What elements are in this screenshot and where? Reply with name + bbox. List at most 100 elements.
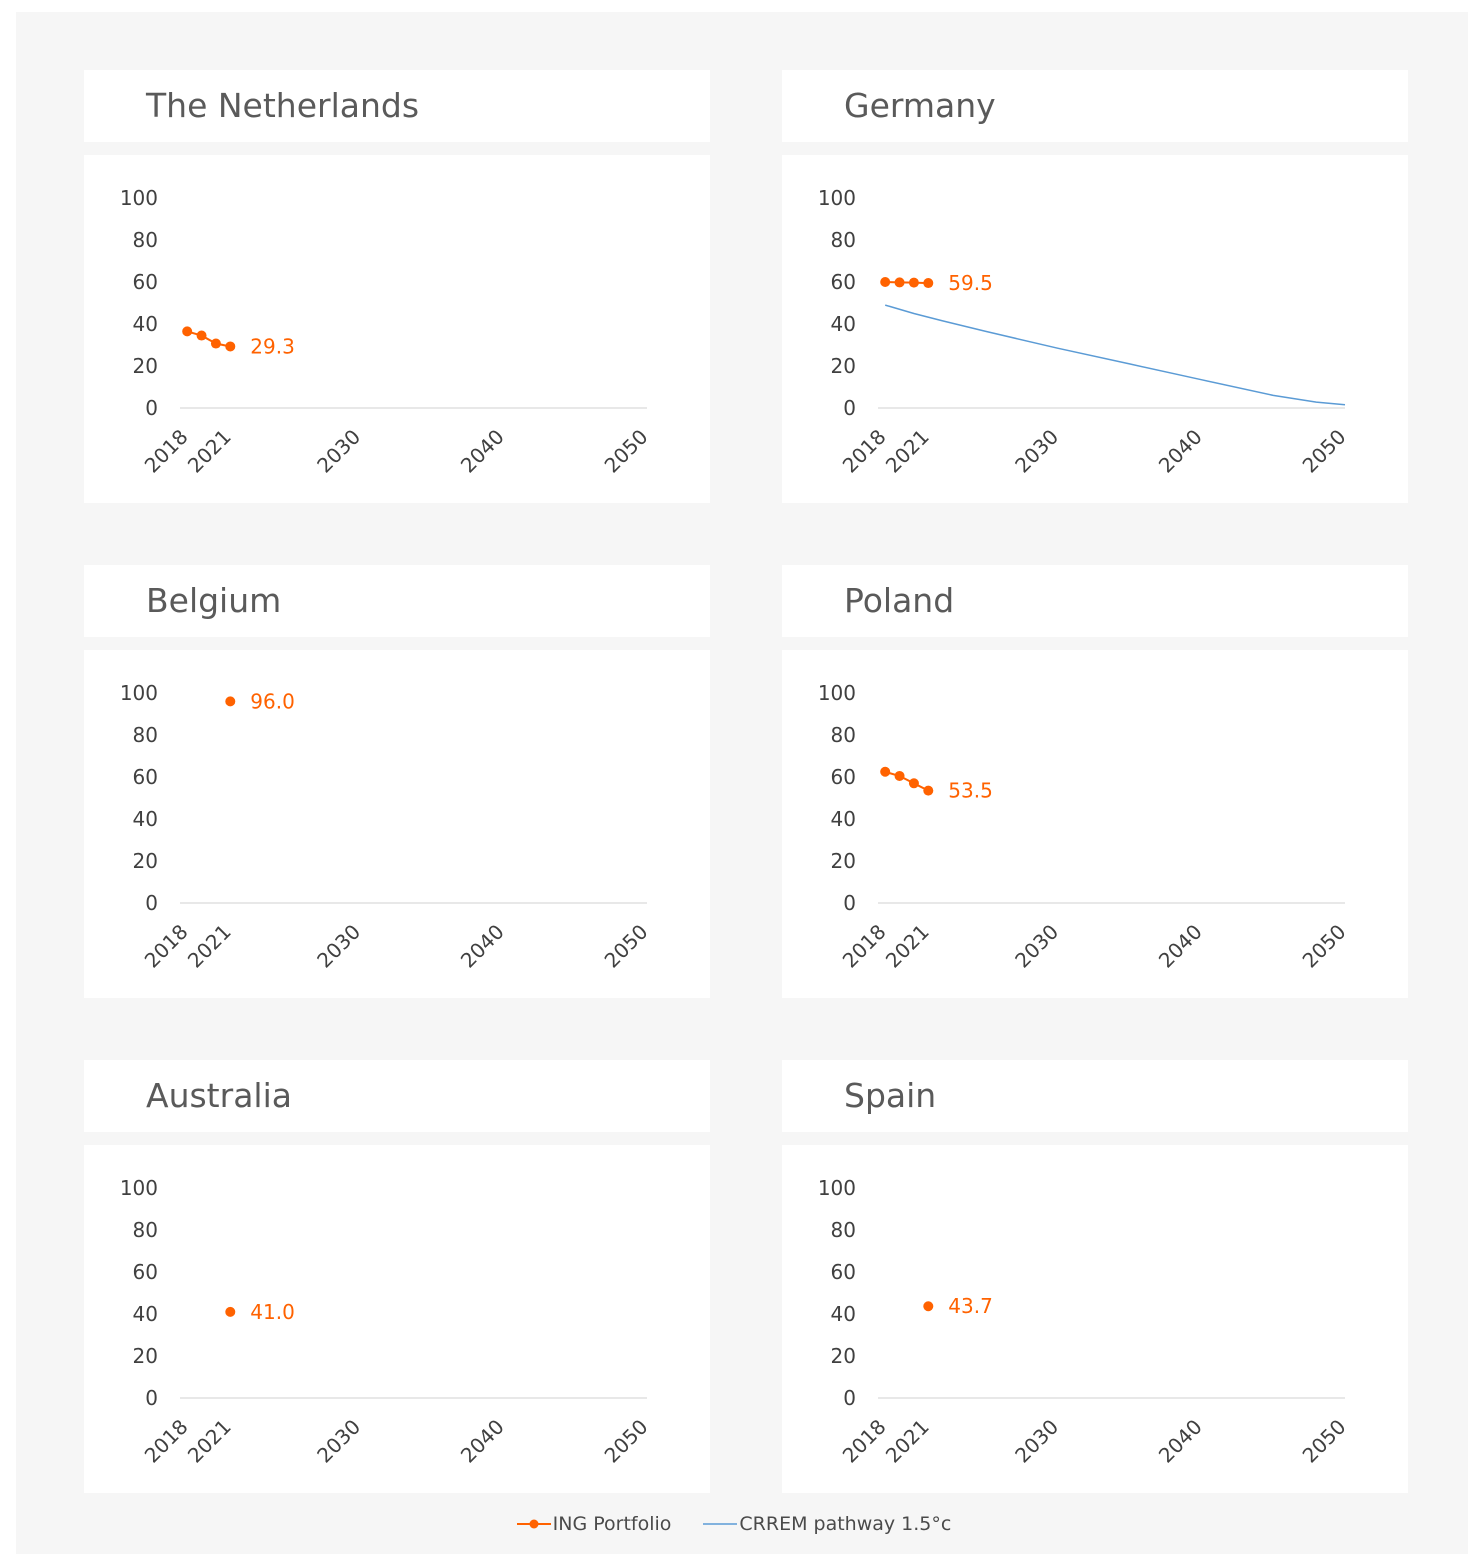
chart-svg-netherlands: 02040608010020182021 2030 2040 205029.3 [120,186,653,478]
y-tick-label: 60 [133,1260,158,1284]
chart-panel-belgium: 0 20 40 60 80 100 2018 2021 2030 2040 2050 96.0 [84,650,710,998]
y-tick-label: 0 [843,891,856,915]
x-tick-label: 2030 [1010,425,1063,478]
y-tick-label: 20 [831,849,856,873]
y-tick-label: 0 [843,396,856,420]
chart-panel-australia: 0 20 40 60 80 100 2018 2021 2030 2040 2050 41.0 [84,1145,710,1493]
x-tick-label: 2050 [1298,1415,1351,1468]
x-tick-label: 2040 [456,920,509,973]
y-tick-label: 0 [145,1386,158,1410]
portfolio-line [186,330,231,348]
x-tick-label: 2018 [140,425,193,478]
y-tick-label: 60 [831,765,856,789]
panel-title-australia: Australia [84,1060,710,1132]
y-tick-label: 100 [818,186,856,210]
y-tick-label: 80 [831,1218,856,1242]
portfolio-point [923,785,934,796]
y-tick-label: 60 [133,765,158,789]
legend-swatch-pathway [703,1523,738,1525]
panel-title-belgium: Belgium [84,565,710,637]
x-tick-label: 2030 [312,920,365,973]
panel-title-netherlands: The Netherlands [84,70,710,142]
y-tick-label: 60 [831,270,856,294]
portfolio-point [210,338,221,349]
data-label: 53.5 [948,779,993,803]
portfolio-point [923,1301,934,1312]
chart-svg-spain: 02040608010020182021 2030 2040 205043.7 [818,1176,1351,1468]
data-label: 29.3 [250,334,295,358]
x-tick-label: 2030 [312,1415,365,1468]
x-tick-label: 2018 [838,1415,891,1468]
x-tick-label: 2021 [881,425,934,478]
x-tick-label: 2021 [881,920,934,973]
y-tick-label: 20 [831,1344,856,1368]
portfolio-point [894,277,905,288]
y-tick-label: 0 [145,891,158,915]
chart-svg-belgium: 02040608010020182021 2030 2040 205096.0 [120,681,653,973]
chart-svg-australia: 02040608010020182021 2030 2040 205041.0 [120,1176,653,1468]
chart-panel-germany: 0 20 40 60 80 100 2018 2021 2030 2040 2050 59.5 [782,155,1408,503]
x-tick-label: 2050 [1298,920,1351,973]
y-tick-label: 100 [818,1176,856,1200]
portfolio-point [894,770,905,781]
x-tick-label: 2040 [456,1415,509,1468]
legend-label-pathway: CRREM pathway 1.5°c [739,1513,952,1535]
x-tick-label: 2040 [1154,1415,1207,1468]
x-tick-label: 2018 [838,920,891,973]
y-tick-label: 100 [818,681,856,705]
data-label: 43.7 [948,1294,993,1318]
legend-item-pathway: CRREM pathway 1.5°c [703,1513,951,1535]
y-tick-label: 80 [831,228,856,252]
x-tick-label: 2021 [183,425,236,478]
portfolio-point [225,341,236,352]
y-tick-label: 100 [120,681,158,705]
x-tick-label: 2050 [600,920,653,973]
panel-title-germany: Germany [782,70,1408,142]
data-label: 96.0 [250,689,295,713]
x-tick-label: 2050 [600,425,653,478]
y-tick-label: 60 [133,270,158,294]
x-tick-label: 2018 [838,425,891,478]
y-tick-label: 20 [831,354,856,378]
x-tick-label: 2040 [456,425,509,478]
x-tick-label: 2021 [183,920,236,973]
x-tick-label: 2021 [183,1415,236,1468]
chart-svg-poland: 02040608010020182021 2030 2040 205053.5 [818,681,1351,973]
y-tick-label: 40 [133,312,158,336]
legend: ING Portfolio CRREM pathway 1.5°c [0,1513,1468,1535]
portfolio-point [908,277,919,288]
y-tick-label: 80 [133,228,158,252]
y-tick-label: 100 [120,1176,158,1200]
chart-panel-netherlands: 0 20 40 60 80 100 2018 2021 2030 2040 2050 29.3 [84,155,710,503]
y-tick-label: 40 [133,807,158,831]
x-tick-label: 2030 [312,425,365,478]
portfolio-point [225,1306,236,1317]
y-tick-label: 20 [133,1344,158,1368]
y-tick-label: 20 [133,849,158,873]
x-tick-label: 2040 [1154,425,1207,478]
x-tick-label: 2030 [1010,1415,1063,1468]
x-tick-label: 2050 [1298,425,1351,478]
x-tick-label: 2030 [1010,920,1063,973]
y-tick-label: 40 [831,312,856,336]
x-tick-label: 2018 [140,920,193,973]
y-tick-label: 40 [831,1302,856,1326]
y-tick-label: 40 [831,807,856,831]
y-tick-label: 80 [831,723,856,747]
legend-item-portfolio: ING Portfolio [516,1513,671,1535]
x-tick-label: 2050 [600,1415,653,1468]
chart-panel-poland: 0 20 40 60 80 100 2018 2021 2030 2040 2050 53.5 [782,650,1408,998]
portfolio-point [923,278,934,289]
portfolio-line [884,770,929,792]
y-tick-label: 100 [120,186,158,210]
panel-title-poland: Poland [782,565,1408,637]
portfolio-point [880,277,891,287]
data-label: 59.5 [948,271,993,295]
x-tick-label: 2021 [881,1415,934,1468]
y-tick-label: 40 [133,1302,158,1326]
y-tick-label: 80 [133,723,158,747]
y-tick-label: 60 [831,1260,856,1284]
portfolio-point [880,766,891,777]
portfolio-line [885,281,929,285]
data-label: 41.0 [250,1300,295,1324]
